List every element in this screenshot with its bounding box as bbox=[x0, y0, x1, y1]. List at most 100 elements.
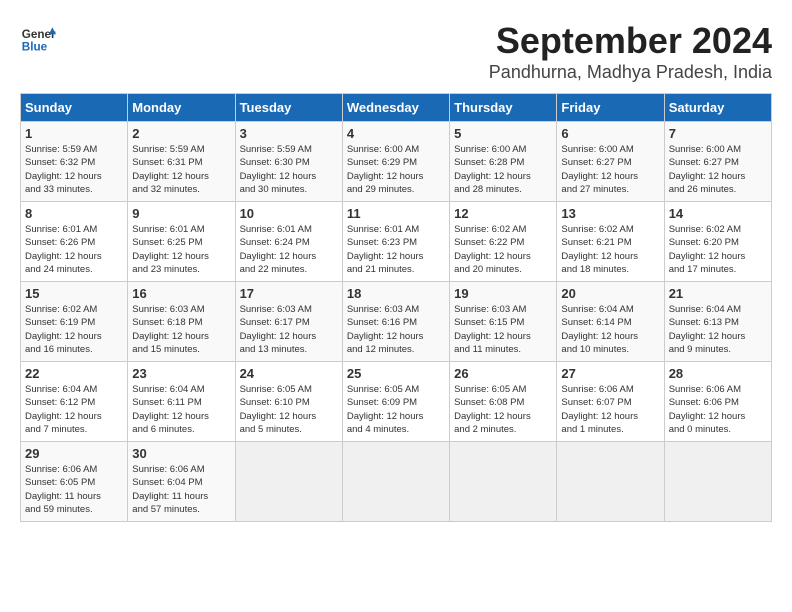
day-number: 16 bbox=[132, 286, 230, 301]
table-row: 21 Sunrise: 6:04 AMSunset: 6:13 PMDayligh… bbox=[664, 282, 771, 362]
day-info: Sunrise: 6:02 AMSunset: 6:20 PMDaylight:… bbox=[669, 223, 767, 276]
day-number: 25 bbox=[347, 366, 445, 381]
day-info: Sunrise: 6:01 AMSunset: 6:25 PMDaylight:… bbox=[132, 223, 230, 276]
table-row bbox=[664, 442, 771, 522]
header-friday: Friday bbox=[557, 94, 664, 122]
table-row: 11 Sunrise: 6:01 AMSunset: 6:23 PMDayligh… bbox=[342, 202, 449, 282]
day-info: Sunrise: 6:04 AMSunset: 6:13 PMDaylight:… bbox=[669, 303, 767, 356]
table-row: 6Sunrise: 6:00 AMSunset: 6:27 PMDaylight… bbox=[557, 122, 664, 202]
day-number: 9 bbox=[132, 206, 230, 221]
day-info: Sunrise: 6:04 AMSunset: 6:14 PMDaylight:… bbox=[561, 303, 659, 356]
table-row bbox=[235, 442, 342, 522]
day-number: 27 bbox=[561, 366, 659, 381]
day-info: Sunrise: 6:02 AMSunset: 6:21 PMDaylight:… bbox=[561, 223, 659, 276]
title-area: September 2024 Pandhurna, Madhya Pradesh… bbox=[489, 20, 772, 83]
table-row bbox=[342, 442, 449, 522]
day-number: 11 bbox=[347, 206, 445, 221]
table-row: 16 Sunrise: 6:03 AMSunset: 6:18 PMDayligh… bbox=[128, 282, 235, 362]
day-number: 6 bbox=[561, 126, 659, 141]
day-number: 5 bbox=[454, 126, 552, 141]
day-number: 1 bbox=[25, 126, 123, 141]
table-row: 26 Sunrise: 6:05 AMSunset: 6:08 PMDayligh… bbox=[450, 362, 557, 442]
calendar-week-row: 8 Sunrise: 6:01 AMSunset: 6:26 PMDaylight… bbox=[21, 202, 772, 282]
day-number: 15 bbox=[25, 286, 123, 301]
day-info: Sunrise: 5:59 AMSunset: 6:31 PMDaylight:… bbox=[132, 143, 230, 196]
day-number: 28 bbox=[669, 366, 767, 381]
page-header: General Blue September 2024 Pandhurna, M… bbox=[20, 20, 772, 83]
day-info: Sunrise: 6:06 AMSunset: 6:04 PMDaylight:… bbox=[132, 463, 230, 516]
table-row: 4 Sunrise: 6:00 AMSunset: 6:29 PMDaylight… bbox=[342, 122, 449, 202]
table-row: 9 Sunrise: 6:01 AMSunset: 6:25 PMDaylight… bbox=[128, 202, 235, 282]
header-saturday: Saturday bbox=[664, 94, 771, 122]
day-info: Sunrise: 6:03 AMSunset: 6:16 PMDaylight:… bbox=[347, 303, 445, 356]
day-number: 23 bbox=[132, 366, 230, 381]
header-monday: Monday bbox=[128, 94, 235, 122]
location-title: Pandhurna, Madhya Pradesh, India bbox=[489, 62, 772, 83]
table-row: 14 Sunrise: 6:02 AMSunset: 6:20 PMDayligh… bbox=[664, 202, 771, 282]
day-number: 3 bbox=[240, 126, 338, 141]
table-row: 25 Sunrise: 6:05 AMSunset: 6:09 PMDayligh… bbox=[342, 362, 449, 442]
day-number: 21 bbox=[669, 286, 767, 301]
day-info: Sunrise: 6:04 AMSunset: 6:12 PMDaylight:… bbox=[25, 383, 123, 436]
table-row: 2 Sunrise: 5:59 AMSunset: 6:31 PMDaylight… bbox=[128, 122, 235, 202]
table-row: 23 Sunrise: 6:04 AMSunset: 6:11 PMDayligh… bbox=[128, 362, 235, 442]
svg-text:Blue: Blue bbox=[22, 41, 48, 54]
calendar-week-row: 22 Sunrise: 6:04 AMSunset: 6:12 PMDayligh… bbox=[21, 362, 772, 442]
day-number: 22 bbox=[25, 366, 123, 381]
header-sunday: Sunday bbox=[21, 94, 128, 122]
day-info: Sunrise: 6:06 AMSunset: 6:06 PMDaylight:… bbox=[669, 383, 767, 436]
table-row: 7 Sunrise: 6:00 AMSunset: 6:27 PMDaylight… bbox=[664, 122, 771, 202]
day-number: 10 bbox=[240, 206, 338, 221]
calendar-week-row: 1 Sunrise: 5:59 AMSunset: 6:32 PMDaylight… bbox=[21, 122, 772, 202]
calendar-week-row: 29Sunrise: 6:06 AMSunset: 6:05 PMDayligh… bbox=[21, 442, 772, 522]
day-number: 29 bbox=[25, 446, 123, 461]
day-info: Sunrise: 6:01 AMSunset: 6:24 PMDaylight:… bbox=[240, 223, 338, 276]
table-row: 30 Sunrise: 6:06 AMSunset: 6:04 PMDayligh… bbox=[128, 442, 235, 522]
table-row: 8 Sunrise: 6:01 AMSunset: 6:26 PMDaylight… bbox=[21, 202, 128, 282]
day-number: 7 bbox=[669, 126, 767, 141]
table-row: 22 Sunrise: 6:04 AMSunset: 6:12 PMDayligh… bbox=[21, 362, 128, 442]
table-row: 18 Sunrise: 6:03 AMSunset: 6:16 PMDayligh… bbox=[342, 282, 449, 362]
table-row: 19Sunrise: 6:03 AMSunset: 6:15 PMDayligh… bbox=[450, 282, 557, 362]
day-number: 20 bbox=[561, 286, 659, 301]
day-number: 2 bbox=[132, 126, 230, 141]
day-info: Sunrise: 6:06 AMSunset: 6:07 PMDaylight:… bbox=[561, 383, 659, 436]
table-row bbox=[557, 442, 664, 522]
day-info: Sunrise: 6:05 AMSunset: 6:10 PMDaylight:… bbox=[240, 383, 338, 436]
table-row: 12Sunrise: 6:02 AMSunset: 6:22 PMDayligh… bbox=[450, 202, 557, 282]
day-info: Sunrise: 6:01 AMSunset: 6:23 PMDaylight:… bbox=[347, 223, 445, 276]
day-number: 26 bbox=[454, 366, 552, 381]
day-info: Sunrise: 6:05 AMSunset: 6:08 PMDaylight:… bbox=[454, 383, 552, 436]
day-number: 8 bbox=[25, 206, 123, 221]
day-number: 19 bbox=[454, 286, 552, 301]
day-info: Sunrise: 5:59 AMSunset: 6:30 PMDaylight:… bbox=[240, 143, 338, 196]
day-number: 14 bbox=[669, 206, 767, 221]
table-row: 28 Sunrise: 6:06 AMSunset: 6:06 PMDayligh… bbox=[664, 362, 771, 442]
header-tuesday: Tuesday bbox=[235, 94, 342, 122]
day-number: 30 bbox=[132, 446, 230, 461]
day-number: 18 bbox=[347, 286, 445, 301]
table-row: 17Sunrise: 6:03 AMSunset: 6:17 PMDayligh… bbox=[235, 282, 342, 362]
day-info: Sunrise: 6:02 AMSunset: 6:22 PMDaylight:… bbox=[454, 223, 552, 276]
day-info: Sunrise: 6:04 AMSunset: 6:11 PMDaylight:… bbox=[132, 383, 230, 436]
day-info: Sunrise: 6:03 AMSunset: 6:18 PMDaylight:… bbox=[132, 303, 230, 356]
day-info: Sunrise: 5:59 AMSunset: 6:32 PMDaylight:… bbox=[25, 143, 123, 196]
header-thursday: Thursday bbox=[450, 94, 557, 122]
calendar-table: Sunday Monday Tuesday Wednesday Thursday… bbox=[20, 93, 772, 522]
day-info: Sunrise: 6:01 AMSunset: 6:26 PMDaylight:… bbox=[25, 223, 123, 276]
day-info: Sunrise: 6:05 AMSunset: 6:09 PMDaylight:… bbox=[347, 383, 445, 436]
day-info: Sunrise: 6:00 AMSunset: 6:29 PMDaylight:… bbox=[347, 143, 445, 196]
svg-text:General: General bbox=[22, 28, 56, 41]
table-row: 3 Sunrise: 5:59 AMSunset: 6:30 PMDaylight… bbox=[235, 122, 342, 202]
day-info: Sunrise: 6:00 AMSunset: 6:28 PMDaylight:… bbox=[454, 143, 552, 196]
day-number: 4 bbox=[347, 126, 445, 141]
day-info: Sunrise: 6:02 AMSunset: 6:19 PMDaylight:… bbox=[25, 303, 123, 356]
logo: General Blue bbox=[20, 20, 56, 56]
day-info: Sunrise: 6:00 AMSunset: 6:27 PMDaylight:… bbox=[669, 143, 767, 196]
calendar-body: 1 Sunrise: 5:59 AMSunset: 6:32 PMDaylight… bbox=[21, 122, 772, 522]
weekday-header-row: Sunday Monday Tuesday Wednesday Thursday… bbox=[21, 94, 772, 122]
table-row: 5 Sunrise: 6:00 AMSunset: 6:28 PMDaylight… bbox=[450, 122, 557, 202]
logo-icon: General Blue bbox=[20, 20, 56, 56]
table-row: 24Sunrise: 6:05 AMSunset: 6:10 PMDayligh… bbox=[235, 362, 342, 442]
table-row: 10 Sunrise: 6:01 AMSunset: 6:24 PMDayligh… bbox=[235, 202, 342, 282]
